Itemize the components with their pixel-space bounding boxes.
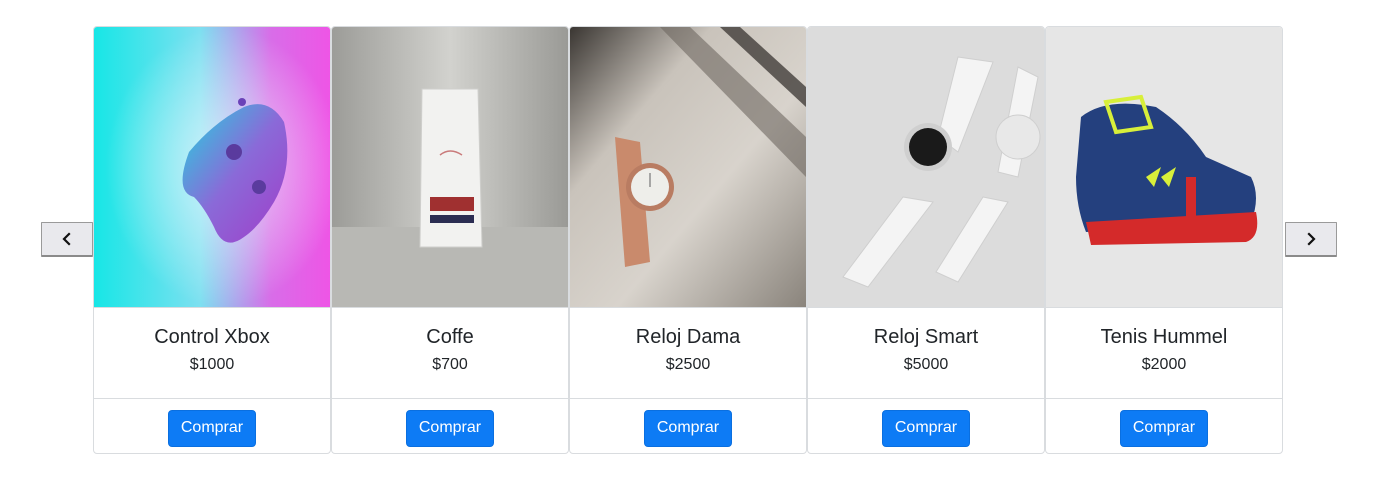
- buy-button[interactable]: Comprar: [881, 409, 971, 447]
- card-body: Tenis Hummel $2000: [1046, 308, 1282, 399]
- womens-watch-image: [570, 27, 806, 308]
- card-footer: Comprar: [808, 399, 1044, 453]
- card-footer: Comprar: [94, 399, 330, 453]
- hummel-sneaker-image: [1046, 27, 1282, 308]
- card-body: Reloj Dama $2500: [570, 308, 806, 399]
- buy-button[interactable]: Comprar: [167, 409, 257, 447]
- smartwatch-image: [808, 27, 1044, 308]
- product-price: $700: [432, 356, 468, 373]
- coffee-bag-image: [332, 27, 568, 308]
- card-footer: Comprar: [332, 399, 568, 453]
- card-footer: Comprar: [1046, 399, 1282, 453]
- product-card: Coffe $700 Comprar: [331, 26, 569, 454]
- carousel-track: Control Xbox $1000 Comprar Coffe $700 Co…: [93, 26, 1285, 454]
- product-name: Reloj Smart: [873, 326, 979, 348]
- product-carousel: Control Xbox $1000 Comprar Coffe $700 Co…: [0, 0, 1379, 488]
- product-card: Tenis Hummel $2000 Comprar: [1045, 26, 1283, 454]
- product-price: $5000: [903, 356, 949, 373]
- product-name: Control Xbox: [154, 326, 270, 348]
- product-name: Coffe: [426, 326, 474, 348]
- product-price: $1000: [189, 356, 235, 373]
- card-body: Reloj Smart $5000: [808, 308, 1044, 399]
- card-footer: Comprar: [570, 399, 806, 453]
- product-card: Reloj Dama $2500 Comprar: [569, 26, 807, 454]
- product-name: Reloj Dama: [635, 326, 741, 348]
- product-price: $2500: [665, 356, 711, 373]
- chevron-right-icon: [1307, 232, 1316, 246]
- buy-button[interactable]: Comprar: [1119, 409, 1209, 447]
- carousel-prev-button[interactable]: [41, 222, 93, 257]
- product-card: Reloj Smart $5000 Comprar: [807, 26, 1045, 454]
- buy-button[interactable]: Comprar: [405, 409, 495, 447]
- product-card: Control Xbox $1000 Comprar: [93, 26, 331, 454]
- carousel-next-button[interactable]: [1285, 222, 1337, 257]
- card-body: Control Xbox $1000: [94, 308, 330, 399]
- xbox-controller-image: [94, 27, 330, 308]
- buy-button[interactable]: Comprar: [643, 409, 733, 447]
- product-name: Tenis Hummel: [1100, 326, 1228, 348]
- chevron-left-icon: [62, 232, 71, 246]
- card-body: Coffe $700: [332, 308, 568, 399]
- product-price: $2000: [1141, 356, 1187, 373]
